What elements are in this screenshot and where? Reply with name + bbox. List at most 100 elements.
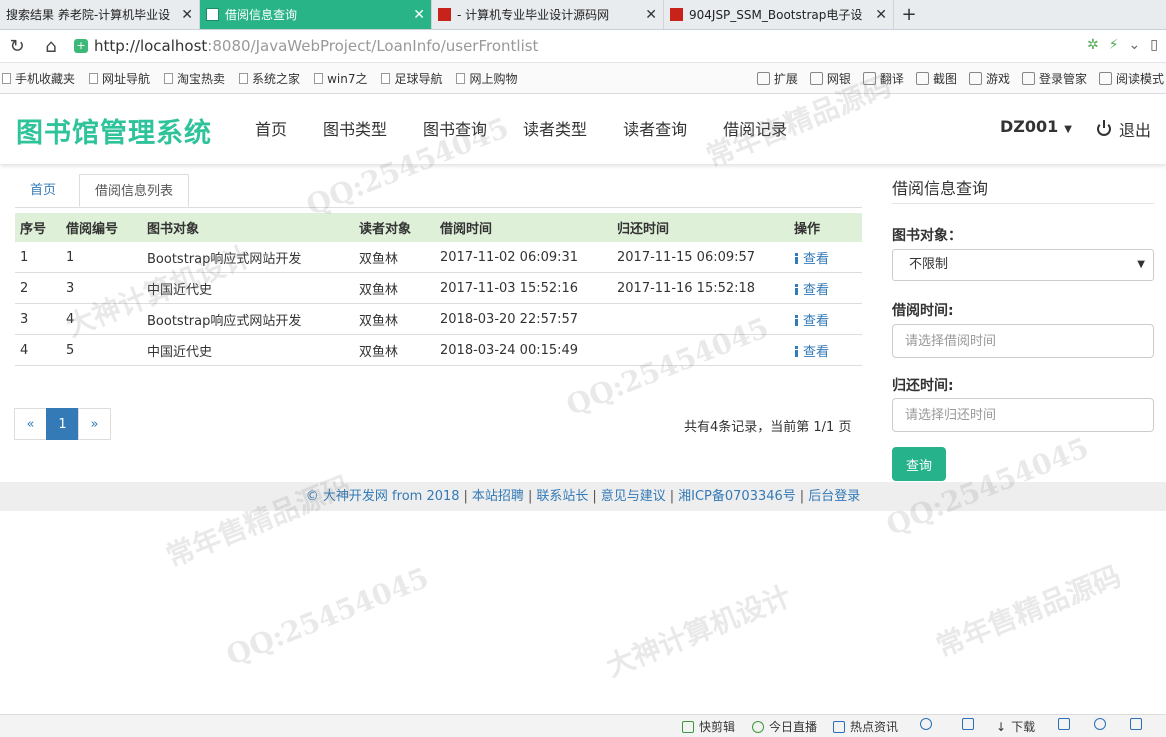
browser-tab-title: 借阅信息查询 [225,8,298,22]
cell-loan-time: 2018-03-20 22:57:57 [435,303,612,335]
user-menu[interactable]: DZ001 ▼ [1000,117,1072,136]
cell-loan-time: 2018-03-24 00:15:49 [435,334,612,366]
col-header-reader: 读者对象 [354,213,435,242]
cell-action: 查看 [789,303,862,335]
cell-loan-time: 2017-11-03 15:52:16 [435,272,612,304]
footer-contact-link[interactable]: 联系站长 [536,489,588,504]
browser-tab-search-results[interactable]: 搜索结果 养老院-计算机毕业设 ✕ [0,0,200,29]
pagination-page-1[interactable]: 1 [46,408,79,440]
nav-reader-types[interactable]: 读者类型 [523,116,587,140]
lightning-icon[interactable]: ⚡ [1109,37,1119,53]
browser-tab-source-site[interactable]: - 计算机专业毕业设计源码网 ✕ [432,0,664,29]
cell-index: 2 [15,272,61,304]
close-icon[interactable]: ✕ [875,7,887,23]
toolbar-games[interactable]: 游戏 [968,70,1010,87]
toolbar-bank[interactable]: 网银 [809,70,851,87]
device-icon[interactable]: ▯ [1150,37,1158,53]
url-host: http://localhost [94,37,208,55]
view-link[interactable]: 查看 [794,283,829,298]
toolbar-screenshot[interactable]: 截图 [915,70,957,87]
new-tab-button[interactable]: + [894,0,924,29]
logout-button[interactable]: 退出 [1097,117,1151,141]
extension-icon[interactable]: ✲ [1087,37,1099,53]
view-link[interactable]: 查看 [794,252,829,267]
close-icon[interactable]: ✕ [181,7,193,23]
status-menu[interactable] [1058,718,1075,730]
status-window[interactable] [1130,718,1147,730]
bookmark-site-nav[interactable]: 网址导航 [89,70,150,87]
status-ie[interactable] [1094,718,1111,730]
page-icon [239,72,249,84]
view-link[interactable]: 查看 [794,314,829,329]
query-button[interactable]: 查询 [892,447,946,481]
watermark-text: 常年售精品源码 [931,559,1126,664]
nav-reader-query[interactable]: 读者查询 [623,116,687,140]
book-filter-select[interactable]: 不限制 ▼ [892,249,1154,281]
cell-index: 3 [15,303,61,335]
footer-copyright[interactable]: © 大神开发网 from 2018 [306,489,460,504]
tool-label: 游戏 [985,71,1010,86]
logout-label: 退出 [1119,121,1152,140]
cell-book: Bootstrap响应式网站开发 [142,242,354,273]
browser-tab-loan-query[interactable]: 借阅信息查询 ✕ [200,0,432,29]
footer-jobs-link[interactable]: 本站招聘 [472,489,524,504]
table-header-row: 序号 借阅编号 图书对象 读者对象 借阅时间 归还时间 操作 [15,213,862,242]
browser-tab-bar: 搜索结果 养老院-计算机毕业设 ✕ 借阅信息查询 ✕ - 计算机专业毕业设计源码… [0,0,1166,30]
view-link[interactable]: 查看 [794,345,829,360]
site-brand[interactable]: 图书馆管理系统 [16,111,212,150]
url-field[interactable]: http://localhost:8080/JavaWebProject/Loa… [94,37,538,55]
status-hot-news[interactable]: 热点资讯 [833,718,898,735]
footer-admin-login-link[interactable]: 后台登录 [808,489,860,504]
info-icon [794,314,798,326]
close-icon[interactable]: ✕ [645,7,657,23]
bookmark-label: 手机收藏夹 [15,71,76,86]
tool-label: 登录管家 [1038,71,1087,86]
status-download[interactable]: ↓ 下载 [996,718,1035,735]
loan-time-input[interactable] [892,324,1154,358]
footer-icp-link[interactable]: 湘ICP备0703346号 [678,489,796,504]
status-pin[interactable] [962,718,979,730]
bookmark-taobao[interactable]: 淘宝热卖 [164,70,225,87]
tool-label: 截图 [932,71,957,86]
bookmark-win7[interactable]: win7之 [314,70,367,87]
nav-book-query[interactable]: 图书查询 [423,116,487,140]
page-icon [381,72,391,84]
bookmark-mobile-favorites[interactable]: 手机收藏夹 [2,70,75,87]
status-speed[interactable] [920,718,937,730]
footer-feedback-link[interactable]: 意见与建议 [601,489,666,504]
nav-book-types[interactable]: 图书类型 [323,116,387,140]
breadcrumb-home[interactable]: 首页 [15,174,71,207]
reload-icon[interactable]: ↻ [0,36,34,57]
toolbar-reading-mode[interactable]: 阅读模式 [1098,70,1164,87]
return-time-input[interactable] [892,398,1154,432]
cell-reader: 双鱼林 [354,334,435,366]
pagination-next[interactable]: » [78,408,111,440]
cell-return-time [612,303,789,335]
bookmark-label: win7之 [327,71,368,86]
toolbar-translate[interactable]: 翻译 [862,70,904,87]
cell-action: 查看 [789,242,862,273]
cell-index: 4 [15,334,61,366]
bookmark-shopping[interactable]: 网上购物 [456,70,517,87]
cell-book: 中国近代史 [142,334,354,366]
bookmark-football[interactable]: 足球导航 [381,70,442,87]
book-icon [1098,71,1112,85]
translate-icon [862,71,876,85]
home-icon[interactable]: ⌂ [34,36,68,57]
status-label: 今日直播 [769,720,818,734]
site-header: 图书馆管理系统 首页 图书类型 图书查询 读者类型 读者查询 借阅记录 DZ00… [0,94,1166,164]
toolbar-login-manager[interactable]: 登录管家 [1021,70,1087,87]
browser-tab-project[interactable]: 904JSP_SSM_Bootstrap电子设 ✕ [664,0,894,29]
status-quick-clip[interactable]: 快剪辑 [682,718,735,735]
nav-home[interactable]: 首页 [255,116,287,140]
close-icon[interactable]: ✕ [413,7,425,23]
toolbar-extensions[interactable]: 扩展 [756,70,798,87]
status-live[interactable]: 今日直播 [752,718,817,735]
bookmark-system-home[interactable]: 系统之家 [239,70,300,87]
loan-time-label: 借阅时间: [892,303,954,319]
pagination-prev[interactable]: « [14,408,47,440]
chevron-down-icon[interactable]: ⌄ [1129,37,1141,53]
menu-icon [1058,718,1070,730]
nav-loan-records[interactable]: 借阅记录 [723,116,787,140]
status-label: 热点资讯 [850,720,899,734]
